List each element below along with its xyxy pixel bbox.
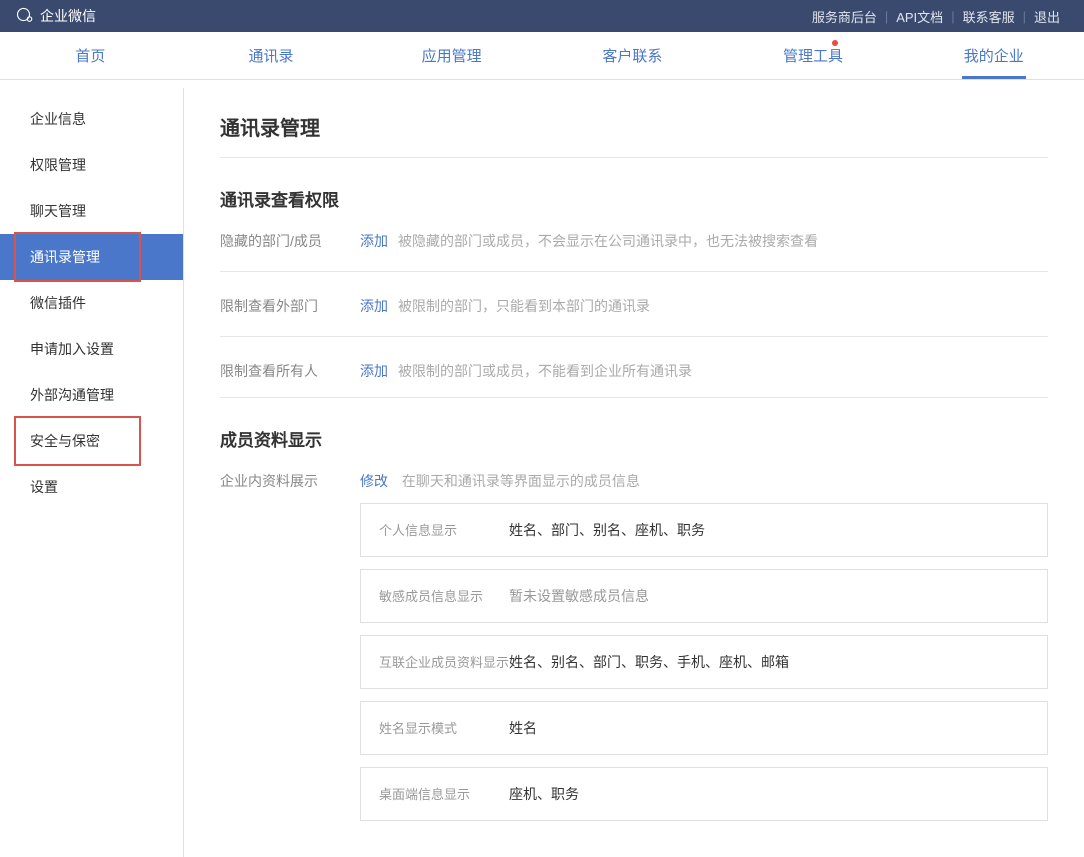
info-box-label: 敏感成员信息显示 bbox=[379, 586, 509, 606]
nav-tab-label: 我的企业 bbox=[964, 45, 1024, 66]
info-box-personal: 个人信息显示 姓名、部门、别名、座机、职务 bbox=[360, 503, 1048, 557]
add-link[interactable]: 添加 bbox=[360, 231, 388, 251]
info-head-desc: 在聊天和通讯录等界面显示的成员信息 bbox=[402, 473, 640, 489]
nav-tab-label: 通讯录 bbox=[249, 45, 294, 66]
top-link-apidoc[interactable]: API文档 bbox=[888, 7, 951, 26]
sidebar-item-join-settings[interactable]: 申请加入设置 bbox=[0, 326, 183, 372]
nav-tab-label: 客户联系 bbox=[602, 45, 662, 66]
info-section: 企业内资料展示 修改 在聊天和通讯录等界面显示的成员信息 个人信息显示 姓名、部… bbox=[220, 471, 1048, 833]
sidebar-item-wechat-plugin[interactable]: 微信插件 bbox=[0, 280, 183, 326]
add-link[interactable]: 添加 bbox=[360, 296, 388, 316]
info-box-value: 姓名、别名、部门、职务、手机、座机、邮箱 bbox=[509, 652, 789, 672]
info-head-label: 企业内资料展示 bbox=[220, 471, 360, 491]
setting-desc: 被限制的部门或成员，不能看到企业所有通讯录 bbox=[398, 361, 692, 381]
nav-tab-tools[interactable]: 管理工具 bbox=[723, 32, 904, 79]
content: 通讯录管理 通讯录查看权限 隐藏的部门/成员 添加 被隐藏的部门或成员，不会显示… bbox=[184, 88, 1084, 857]
divider bbox=[220, 336, 1048, 337]
info-box-label: 桌面端信息显示 bbox=[379, 784, 509, 804]
info-box-value: 暂未设置敏感成员信息 bbox=[509, 586, 649, 606]
nav-tab-label: 应用管理 bbox=[422, 45, 482, 66]
info-box-label: 互联企业成员资料显示 bbox=[379, 652, 509, 672]
top-bar-left: 企业微信 bbox=[16, 6, 96, 26]
setting-row-limit-all: 限制查看所有人 添加 被限制的部门或成员，不能看到企业所有通讯录 bbox=[220, 361, 1048, 381]
sidebar: 企业信息 权限管理 聊天管理 通讯录管理 微信插件 申请加入设置 外部沟通管理 … bbox=[0, 88, 184, 857]
info-box-value: 姓名 bbox=[509, 718, 537, 738]
nav-tab-home[interactable]: 首页 bbox=[0, 32, 181, 79]
info-top-row: 修改 在聊天和通讯录等界面显示的成员信息 bbox=[360, 471, 1048, 491]
page-title: 通讯录管理 bbox=[220, 112, 1048, 141]
top-link-logout[interactable]: 退出 bbox=[1026, 7, 1068, 26]
info-box-interconnect: 互联企业成员资料显示 姓名、别名、部门、职务、手机、座机、邮箱 bbox=[360, 635, 1048, 689]
section-title-member-display: 成员资料显示 bbox=[220, 426, 1048, 451]
setting-row-limit-external: 限制查看外部门 添加 被限制的部门，只能看到本部门的通讯录 bbox=[220, 296, 1048, 316]
setting-desc: 被限制的部门，只能看到本部门的通讯录 bbox=[398, 296, 650, 316]
info-box-desktop: 桌面端信息显示 座机、职务 bbox=[360, 767, 1048, 821]
sidebar-item-security[interactable]: 安全与保密 bbox=[0, 418, 183, 464]
sidebar-item-permission[interactable]: 权限管理 bbox=[0, 142, 183, 188]
modify-link[interactable]: 修改 bbox=[360, 473, 388, 489]
info-box-label: 个人信息显示 bbox=[379, 520, 509, 540]
info-box-label: 姓名显示模式 bbox=[379, 718, 509, 738]
section-title-permissions: 通讯录查看权限 bbox=[220, 186, 1048, 211]
info-right-col: 修改 在聊天和通讯录等界面显示的成员信息 个人信息显示 姓名、部门、别名、座机、… bbox=[360, 471, 1048, 833]
divider bbox=[220, 397, 1048, 398]
info-box-value: 姓名、部门、别名、座机、职务 bbox=[509, 520, 705, 540]
top-bar-right: 服务商后台 | API文档 | 联系客服 | 退出 bbox=[804, 7, 1068, 26]
nav-tab-contacts[interactable]: 通讯录 bbox=[181, 32, 362, 79]
add-link[interactable]: 添加 bbox=[360, 361, 388, 381]
setting-row-hidden: 隐藏的部门/成员 添加 被隐藏的部门或成员，不会显示在公司通讯录中，也无法被搜索… bbox=[220, 231, 1048, 251]
sidebar-item-company-info[interactable]: 企业信息 bbox=[0, 96, 183, 142]
setting-desc: 被隐藏的部门或成员，不会显示在公司通讯录中，也无法被搜索查看 bbox=[398, 231, 818, 251]
info-box-sensitive: 敏感成员信息显示 暂未设置敏感成员信息 bbox=[360, 569, 1048, 623]
nav-tab-label: 首页 bbox=[75, 45, 105, 66]
info-box-value: 座机、职务 bbox=[509, 784, 579, 804]
nav-tab-label: 管理工具 bbox=[783, 45, 843, 66]
wecom-logo-icon bbox=[16, 7, 34, 25]
main-area: 企业信息 权限管理 聊天管理 通讯录管理 微信插件 申请加入设置 外部沟通管理 … bbox=[0, 88, 1084, 857]
setting-label: 隐藏的部门/成员 bbox=[220, 231, 360, 251]
setting-label: 限制查看外部门 bbox=[220, 296, 360, 316]
sidebar-item-settings[interactable]: 设置 bbox=[0, 464, 183, 510]
top-bar: 企业微信 服务商后台 | API文档 | 联系客服 | 退出 bbox=[0, 0, 1084, 32]
divider bbox=[220, 271, 1048, 272]
top-link-support[interactable]: 联系客服 bbox=[955, 7, 1023, 26]
sidebar-item-external[interactable]: 外部沟通管理 bbox=[0, 372, 183, 418]
nav-tab-customer[interactable]: 客户联系 bbox=[542, 32, 723, 79]
top-link-provider[interactable]: 服务商后台 bbox=[804, 7, 885, 26]
nav-tab-mycompany[interactable]: 我的企业 bbox=[903, 32, 1084, 79]
sidebar-item-chat[interactable]: 聊天管理 bbox=[0, 188, 183, 234]
nav-tab-apps[interactable]: 应用管理 bbox=[361, 32, 542, 79]
divider bbox=[220, 157, 1048, 158]
app-title: 企业微信 bbox=[40, 6, 96, 26]
info-box-name-mode: 姓名显示模式 姓名 bbox=[360, 701, 1048, 755]
sidebar-item-contacts-mgmt[interactable]: 通讯录管理 bbox=[0, 234, 183, 280]
nav-tabs: 首页 通讯录 应用管理 客户联系 管理工具 我的企业 bbox=[0, 32, 1084, 80]
setting-label: 限制查看所有人 bbox=[220, 361, 360, 381]
